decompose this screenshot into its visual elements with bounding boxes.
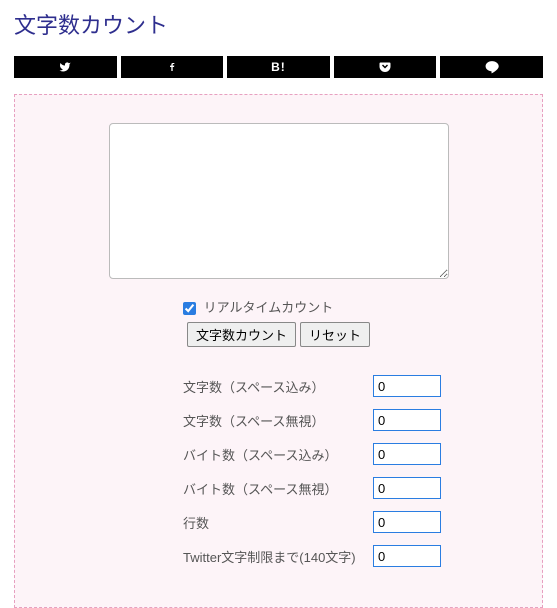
share-pocket-button[interactable] [334, 56, 437, 78]
twitter-icon [58, 61, 72, 73]
result-label: バイト数（スペース無視） [183, 479, 373, 498]
result-value-twitter[interactable] [373, 545, 441, 567]
line-icon [484, 60, 500, 74]
share-facebook-button[interactable] [121, 56, 224, 78]
result-row-bytes-no-space: バイト数（スペース無視） [183, 477, 514, 499]
result-row-lines: 行数 [183, 511, 514, 533]
result-label: バイト数（スペース込み） [183, 445, 373, 464]
button-row: 文字数カウント リセット [43, 322, 514, 347]
share-line-button[interactable] [440, 56, 543, 78]
count-button[interactable]: 文字数カウント [187, 322, 296, 347]
share-hatena-button[interactable]: B! [227, 56, 330, 78]
facebook-icon [168, 60, 176, 74]
counter-panel: リアルタイムカウント 文字数カウント リセット 文字数（スペース込み） 文字数（… [14, 94, 543, 608]
reset-button[interactable]: リセット [300, 322, 370, 347]
hatena-icon: B! [271, 60, 286, 74]
share-bar: B! [0, 56, 557, 94]
result-value-lines[interactable] [373, 511, 441, 533]
result-row-bytes-with-space: バイト数（スペース込み） [183, 443, 514, 465]
realtime-row: リアルタイムカウント [43, 297, 514, 316]
pocket-icon [378, 61, 392, 73]
result-row-twitter: Twitter文字制限まで(140文字) [183, 545, 514, 567]
share-twitter-button[interactable] [14, 56, 117, 78]
text-input[interactable] [109, 123, 449, 279]
result-value-chars-no-space[interactable] [373, 409, 441, 431]
realtime-label: リアルタイムカウント [204, 300, 334, 315]
result-label: 文字数（スペース無視） [183, 411, 373, 430]
result-label: 文字数（スペース込み） [183, 377, 373, 396]
result-value-chars-with-space[interactable] [373, 375, 441, 397]
results-list: 文字数（スペース込み） 文字数（スペース無視） バイト数（スペース込み） バイト… [43, 375, 514, 567]
result-row-chars-no-space: 文字数（スペース無視） [183, 409, 514, 431]
result-value-bytes-no-space[interactable] [373, 477, 441, 499]
page-title: 文字数カウント [0, 0, 557, 56]
result-row-chars-with-space: 文字数（スペース込み） [183, 375, 514, 397]
result-value-bytes-with-space[interactable] [373, 443, 441, 465]
realtime-checkbox[interactable] [183, 302, 196, 315]
result-label: 行数 [183, 513, 373, 532]
result-label: Twitter文字制限まで(140文字) [183, 547, 373, 566]
